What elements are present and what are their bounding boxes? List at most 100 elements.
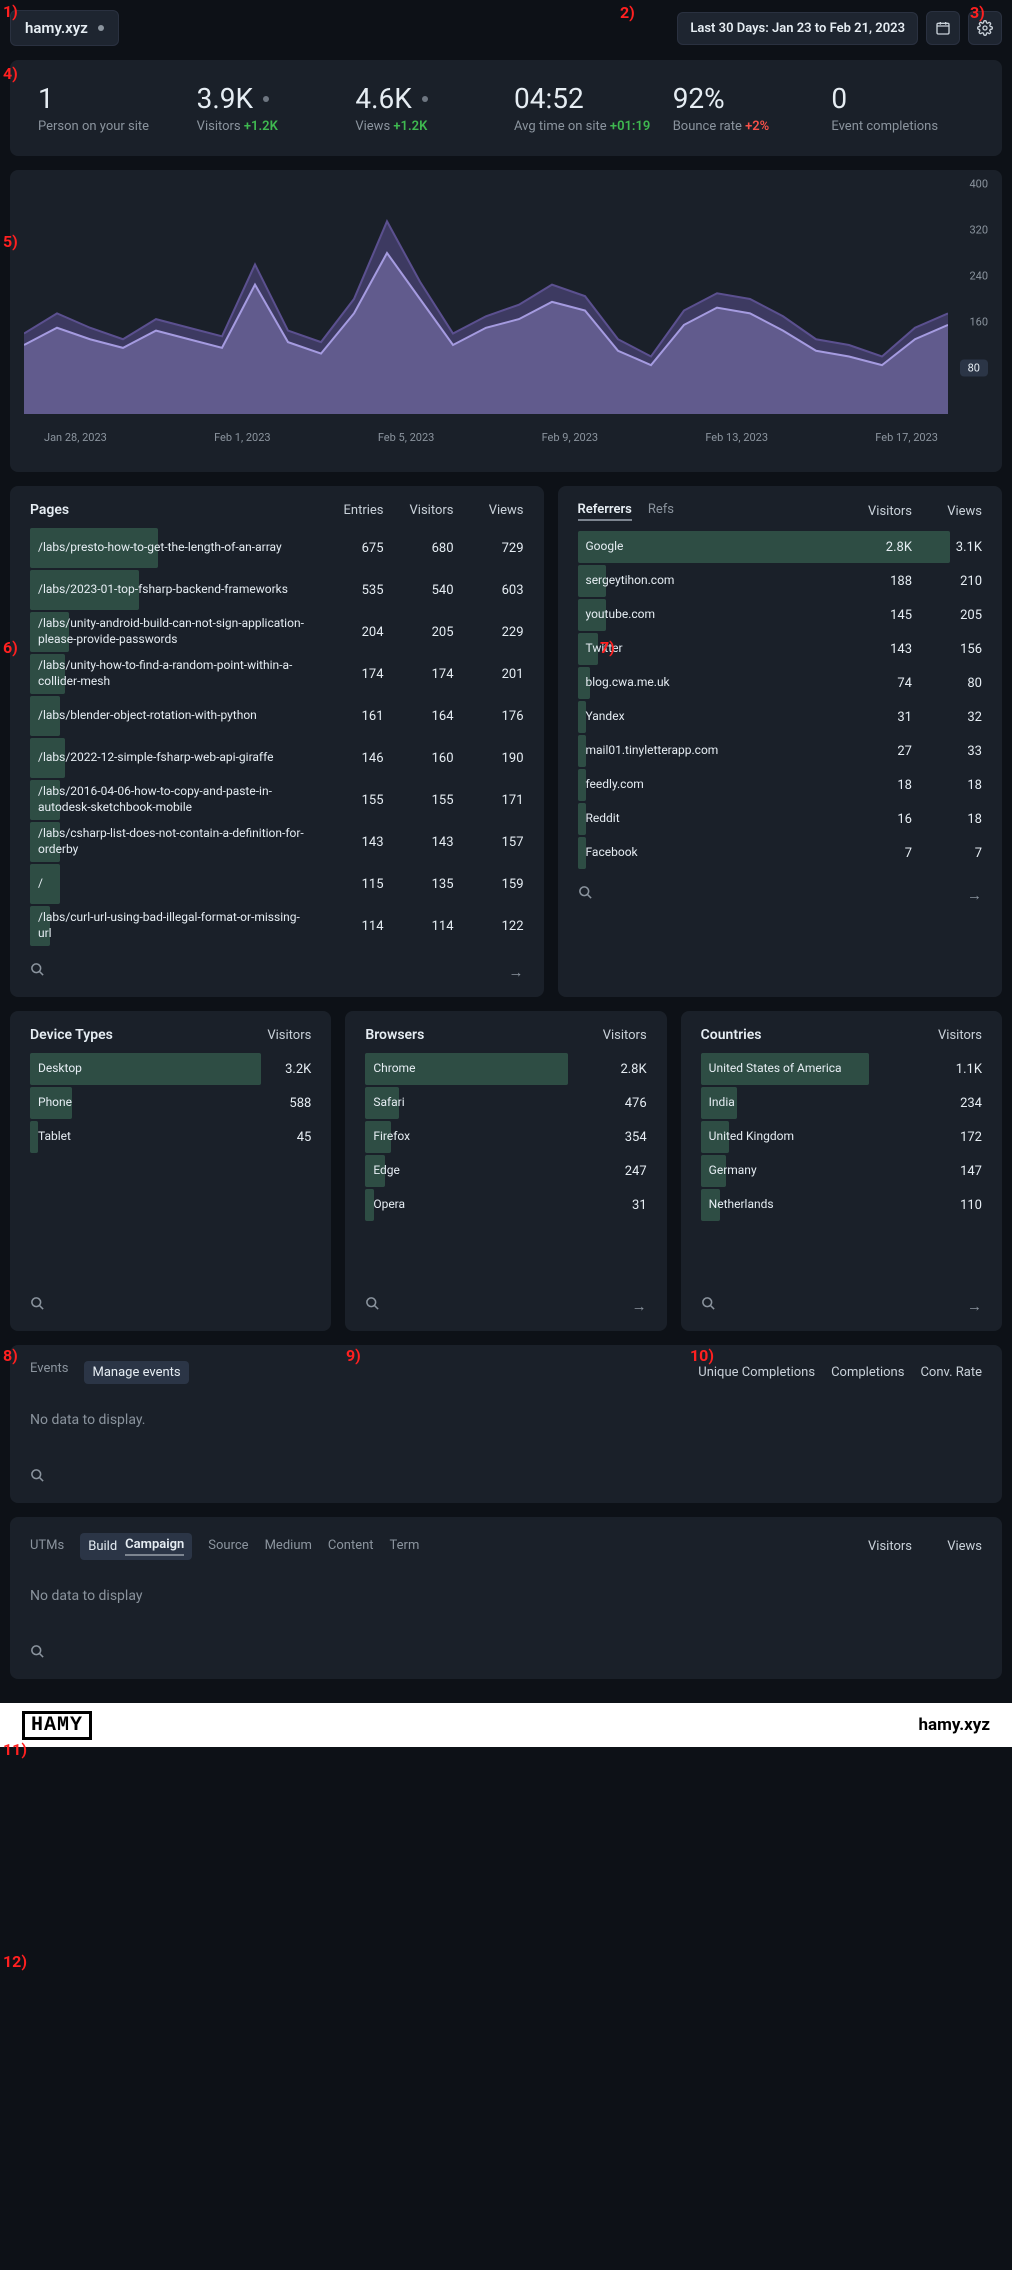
arrow-right-icon[interactable]: → xyxy=(967,886,982,904)
table-row[interactable]: youtube.com145205 xyxy=(578,599,983,631)
cell: 190 xyxy=(454,751,524,766)
table-row[interactable]: United States of America1.1K xyxy=(701,1053,982,1085)
table-row[interactable]: /labs/unity-android-build-can-not-sign-a… xyxy=(30,612,524,652)
cell: 31 xyxy=(842,710,912,725)
search-icon[interactable] xyxy=(365,1296,380,1315)
table-row[interactable]: Netherlands110 xyxy=(701,1189,982,1221)
cell: 7 xyxy=(842,846,912,861)
date-range-selector[interactable]: Last 30 Days: Jan 23 to Feb 21, 2023 xyxy=(677,12,918,45)
table-row[interactable]: Germany147 xyxy=(701,1155,982,1187)
metric-3[interactable]: 04:52 Avg time on site +01:19 xyxy=(506,76,665,140)
metric-5[interactable]: 0 Event completions xyxy=(823,76,982,140)
cell: 114 xyxy=(314,919,384,934)
table-row[interactable]: United Kingdom172 xyxy=(701,1121,982,1153)
metric-1[interactable]: 3.9K Visitors +1.2K xyxy=(189,76,348,140)
events-nodata: No data to display. xyxy=(30,1394,982,1452)
arrow-right-icon[interactable]: → xyxy=(632,1297,647,1315)
tab-referrers[interactable]: Referrers xyxy=(578,502,632,521)
table-row[interactable]: /labs/curl-url-using-bad-illegal-format-… xyxy=(30,906,524,946)
metric-4[interactable]: 92% Bounce rate +2% xyxy=(665,76,824,140)
metric-0[interactable]: 1 Person on your site xyxy=(30,76,189,140)
devices-title: Device Types xyxy=(30,1027,113,1043)
table-row[interactable]: Google2.8K3.1K xyxy=(578,531,983,563)
tab-source[interactable]: Source xyxy=(208,1538,248,1555)
cell: 540 xyxy=(384,583,454,598)
cell: 80 xyxy=(912,676,982,691)
cell: 476 xyxy=(577,1096,647,1111)
browsers-panel: Browsers Visitors Chrome2.8K Safari476 F… xyxy=(345,1011,666,1331)
table-row[interactable]: Yandex3132 xyxy=(578,701,983,733)
countries-title: Countries xyxy=(701,1027,762,1043)
tab-medium[interactable]: Medium xyxy=(265,1538,312,1555)
column-header: Views xyxy=(912,1539,982,1554)
site-selector[interactable]: hamy.xyz xyxy=(10,10,119,46)
table-row[interactable]: /labs/2022-12-simple-fsharp-web-api-gira… xyxy=(30,738,524,778)
tab-events[interactable]: Events xyxy=(30,1361,68,1384)
table-row[interactable]: /labs/2016-04-06-how-to-copy-and-paste-i… xyxy=(30,780,524,820)
tab-term[interactable]: Term xyxy=(390,1538,420,1555)
search-icon[interactable] xyxy=(30,1644,45,1663)
arrow-right-icon[interactable]: → xyxy=(967,1297,982,1315)
search-icon[interactable] xyxy=(30,1468,45,1487)
table-row[interactable]: Desktop3.2K xyxy=(30,1053,311,1085)
cell: 18 xyxy=(842,778,912,793)
cell: 247 xyxy=(577,1164,647,1179)
search-icon[interactable] xyxy=(30,1296,45,1315)
table-row[interactable]: Reddit1618 xyxy=(578,803,983,835)
table-row[interactable]: /labs/2023-01-top-fsharp-backend-framewo… xyxy=(30,570,524,610)
cell: 145 xyxy=(842,608,912,623)
column-header: Visitors xyxy=(577,1028,647,1043)
x-tick: Jan 28, 2023 xyxy=(44,431,107,444)
tab-content[interactable]: Content xyxy=(328,1538,374,1555)
row-label: Phone xyxy=(30,1095,241,1111)
cell: 155 xyxy=(384,793,454,808)
table-row[interactable]: Safari476 xyxy=(365,1087,646,1119)
annotation-12: 12) xyxy=(3,1952,27,1971)
row-label: /labs/2023-01-top-fsharp-backend-framewo… xyxy=(30,582,314,598)
metric-label: Visitors xyxy=(197,119,241,134)
cell: 680 xyxy=(384,541,454,556)
table-row[interactable]: mail01.tinyletterapp.com2733 xyxy=(578,735,983,767)
calendar-button[interactable] xyxy=(926,11,960,45)
column-header: Visitors xyxy=(842,1539,912,1554)
table-row[interactable]: /115135159 xyxy=(30,864,524,904)
search-icon[interactable] xyxy=(701,1296,716,1315)
tab-campaign[interactable]: Campaign xyxy=(125,1537,184,1556)
table-row[interactable]: /labs/csharp-list-does-not-contain-a-def… xyxy=(30,822,524,862)
table-row[interactable]: Chrome2.8K xyxy=(365,1053,646,1085)
tab-build[interactable]: Build xyxy=(88,1539,117,1554)
table-row[interactable]: /labs/presto-how-to-get-the-length-of-an… xyxy=(30,528,524,568)
search-icon[interactable] xyxy=(30,962,45,981)
tab-manage-events[interactable]: Manage events xyxy=(84,1361,188,1384)
table-row[interactable]: India234 xyxy=(701,1087,982,1119)
row-label: Yandex xyxy=(578,709,843,725)
cell: 234 xyxy=(912,1096,982,1111)
row-label: sergeytihon.com xyxy=(578,573,843,589)
table-row[interactable]: Phone588 xyxy=(30,1087,311,1119)
row-label: /labs/2016-04-06-how-to-copy-and-paste-i… xyxy=(30,784,314,815)
site-name: hamy.xyz xyxy=(25,19,88,37)
settings-button[interactable] xyxy=(968,11,1002,45)
table-row[interactable]: Twitter143156 xyxy=(578,633,983,665)
tab-refs[interactable]: Refs xyxy=(648,502,674,521)
table-row[interactable]: /labs/unity-how-to-find-a-random-point-w… xyxy=(30,654,524,694)
table-row[interactable]: Firefox354 xyxy=(365,1121,646,1153)
table-row[interactable]: feedly.com1818 xyxy=(578,769,983,801)
cell: 161 xyxy=(314,709,384,724)
table-row[interactable]: sergeytihon.com188210 xyxy=(578,565,983,597)
table-row[interactable]: Facebook77 xyxy=(578,837,983,869)
metric-label: Views xyxy=(355,119,390,134)
row-label: blog.cwa.me.uk xyxy=(578,675,843,691)
arrow-right-icon[interactable]: → xyxy=(509,963,524,981)
metric-value: 04:52 xyxy=(514,82,584,115)
live-dot-icon xyxy=(98,25,104,31)
metric-2[interactable]: 4.6K Views +1.2K xyxy=(347,76,506,140)
table-row[interactable]: Opera31 xyxy=(365,1189,646,1221)
cell: 174 xyxy=(384,667,454,682)
table-row[interactable]: blog.cwa.me.uk7480 xyxy=(578,667,983,699)
row-label: youtube.com xyxy=(578,607,843,623)
table-row[interactable]: Edge247 xyxy=(365,1155,646,1187)
table-row[interactable]: /labs/blender-object-rotation-with-pytho… xyxy=(30,696,524,736)
search-icon[interactable] xyxy=(578,885,593,904)
table-row[interactable]: Tablet45 xyxy=(30,1121,311,1153)
